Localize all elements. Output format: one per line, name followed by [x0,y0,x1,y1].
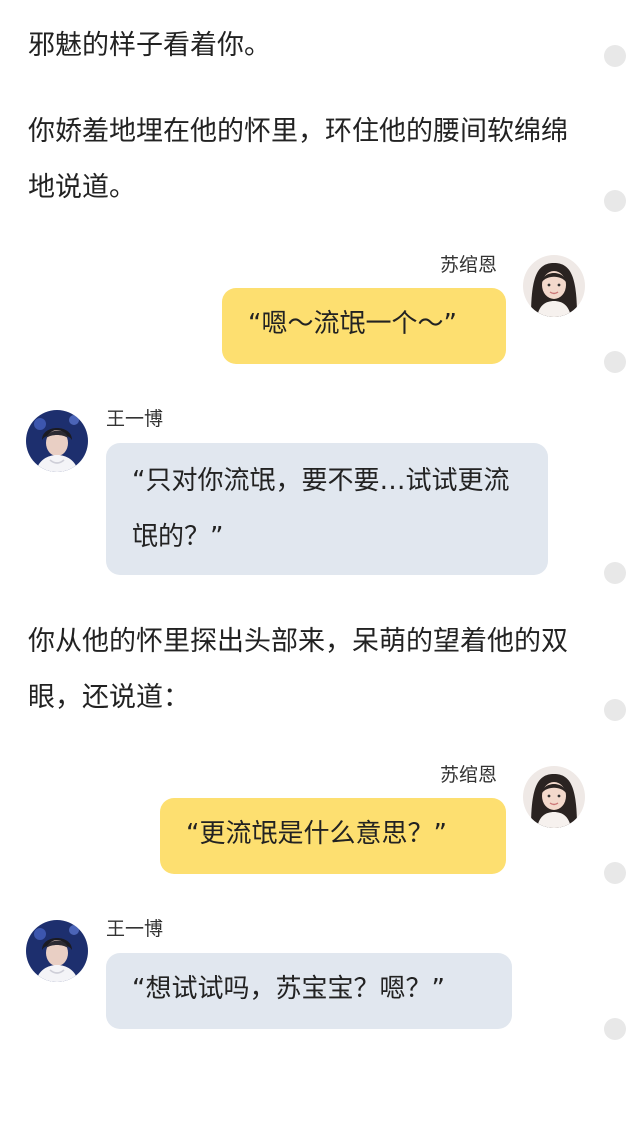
message-bubble[interactable]: “只对你流氓，要不要…试试更流氓的？” [106,443,548,575]
message-bubble[interactable]: “嗯～流氓一个～” [222,288,506,364]
avatar-boy-icon[interactable] [26,920,88,982]
side-dot[interactable] [604,45,626,67]
side-dot[interactable] [604,862,626,884]
speaker-name: 王一博 [106,918,164,940]
side-dot[interactable] [604,351,626,373]
speaker-name: 苏绾恩 [440,764,498,786]
side-dot[interactable] [604,562,626,584]
message-bubble[interactable]: “想试试吗，苏宝宝？嗯？” [106,953,512,1029]
speaker-name: 王一博 [106,408,164,430]
narration-text: 邪魅的样子看着你。 [28,30,271,61]
speaker-name: 苏绾恩 [440,254,498,276]
side-dot[interactable] [604,190,626,212]
side-dot[interactable] [604,699,626,721]
narration-text: 你从他的怀里探出头部来，呆萌的望着他的双眼，还说道： [28,626,568,713]
story-chat-page: 邪魅的样子看着你。 你娇羞地埋在他的怀里，环住他的腰间软绵绵地说道。 苏绾恩 “… [0,0,640,1138]
side-dot[interactable] [604,1018,626,1040]
message-bubble[interactable]: “更流氓是什么意思？” [160,798,506,874]
narration-text: 你娇羞地埋在他的怀里，环住他的腰间软绵绵地说道。 [28,116,568,203]
avatar-girl-icon[interactable] [523,766,585,828]
avatar-boy-icon[interactable] [26,410,88,472]
avatar-girl-icon[interactable] [523,255,585,317]
